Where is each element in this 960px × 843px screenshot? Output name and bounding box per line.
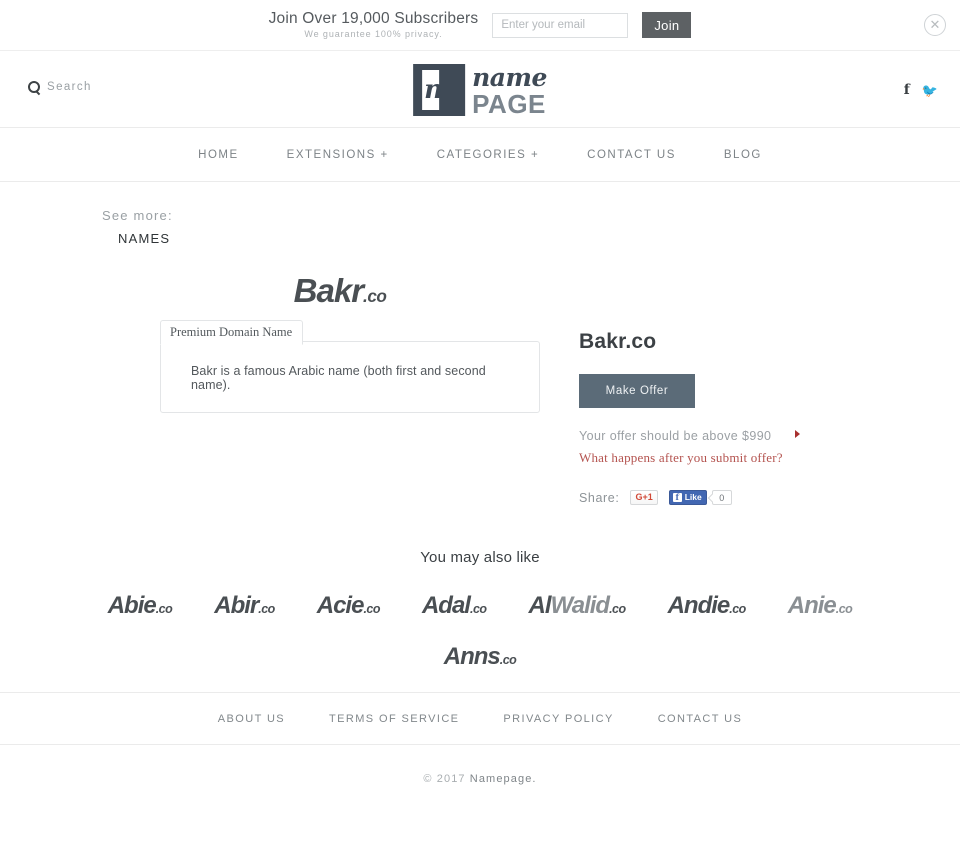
share-label: Share: — [579, 490, 620, 505]
panel-tab-label: Premium Domain Name — [160, 320, 304, 345]
hero-domain: Bakr.co — [0, 272, 960, 310]
nav-item-extensions[interactable]: EXTENSIONS + — [287, 149, 389, 161]
also-like-row-1: Abie.co Abir.co Acie.co Adal.co AlWalid.… — [0, 592, 960, 620]
product-description-column: Premium Domain Name Bakr is a famous Ara… — [160, 320, 540, 505]
related-domain-name: Acie — [316, 592, 365, 619]
see-more-label: See more: — [102, 208, 173, 223]
logo-page: PAGE — [472, 89, 546, 119]
footer-link-contact-us[interactable]: CONTACT US — [658, 713, 743, 725]
main-navigation: HOME EXTENSIONS + CATEGORIES + CONTACT U… — [0, 128, 960, 182]
product-main: Premium Domain Name Bakr is a famous Ara… — [0, 320, 960, 505]
nav-item-home[interactable]: HOME — [198, 149, 239, 161]
subscribe-title: Join Over 19,000 Subscribers — [268, 10, 479, 28]
facebook-like-button[interactable]: f Like — [668, 490, 707, 505]
see-more-category-link[interactable]: NAMES — [118, 231, 960, 246]
join-button[interactable]: Join — [642, 12, 692, 38]
related-domain-alwalid[interactable]: AlWalid.co — [528, 592, 627, 620]
related-domain-tld: .co — [258, 602, 275, 616]
hero-domain-logo: Bakr.co — [294, 272, 387, 310]
related-domain-name: Abie — [107, 592, 157, 619]
site-header: Search n name PAGE f 🐦 — [0, 51, 960, 128]
related-domain-andie[interactable]: Andie.co — [667, 592, 747, 620]
related-domain-abie[interactable]: Abie.co — [108, 592, 173, 620]
related-domain-tld: .co — [835, 602, 853, 616]
product-offer-column: Bakr.co Make Offer Your offer should be … — [579, 330, 839, 505]
make-offer-button[interactable]: Make Offer — [579, 374, 695, 408]
related-domain-name: Abir — [214, 592, 259, 619]
related-domain-tld: .co — [363, 602, 380, 616]
logo-mark-letter: n — [424, 75, 444, 105]
footer-link-privacy-policy[interactable]: PRIVACY POLICY — [503, 713, 613, 725]
share-row: Share: G+1 f Like 0 — [579, 490, 839, 505]
see-more-block: See more: NAMES — [0, 182, 960, 246]
email-input[interactable] — [492, 12, 629, 38]
page-title: Bakr.co — [579, 330, 657, 353]
footer-link-terms-of-service[interactable]: TERMS OF SERVICE — [329, 713, 459, 725]
offer-info-link[interactable]: What happens after you submit offer? — [579, 450, 839, 466]
premium-domain-panel: Premium Domain Name Bakr is a famous Ara… — [160, 320, 540, 413]
social-links: f 🐦 — [904, 83, 938, 97]
close-circle-icon[interactable]: ✕ — [924, 14, 946, 36]
also-like-row-2: Anns.co — [0, 643, 960, 671]
subscribe-inner: Join Over 19,000 Subscribers We guarante… — [269, 11, 692, 39]
also-like-title: You may also like — [420, 549, 540, 566]
related-domain-anns[interactable]: Anns.co — [444, 643, 517, 671]
related-domain-tld: .co — [469, 602, 487, 616]
related-domain-name: Andie — [667, 592, 731, 619]
related-domain-tld: .co — [729, 602, 746, 616]
related-domain-abir[interactable]: Abir.co — [214, 592, 275, 620]
related-domain-anie[interactable]: Anie.co — [788, 592, 853, 620]
offer-minimum-text: Your offer should be above $990 — [579, 429, 772, 443]
search-icon — [28, 81, 40, 93]
related-domain-tld: .co — [609, 602, 626, 616]
search-label: Search — [47, 81, 92, 93]
related-domain-name: Anns — [443, 643, 501, 670]
offer-minimum-note: Your offer should be above $990 — [579, 427, 800, 445]
panel-description-text: Bakr is a famous Arabic name (both first… — [191, 364, 486, 392]
related-domain-adal[interactable]: Adal.co — [422, 592, 487, 620]
facebook-like-label: Like — [684, 492, 702, 503]
related-domain-suffix: Walid — [550, 592, 611, 619]
site-footer: ABOUT US TERMS OF SERVICE PRIVACY POLICY… — [0, 692, 960, 785]
search-button[interactable]: Search — [28, 81, 92, 93]
twitter-icon[interactable]: 🐦 — [922, 84, 938, 97]
related-domain-acie[interactable]: Acie.co — [316, 592, 381, 620]
nav-item-blog[interactable]: BLOG — [724, 149, 762, 161]
logo-text: name PAGE — [472, 63, 547, 117]
facebook-icon[interactable]: f — [904, 83, 910, 97]
nav-item-contact-us[interactable]: CONTACT US — [587, 149, 676, 161]
related-domain-name: Adal — [421, 592, 471, 619]
site-logo[interactable]: n name PAGE — [413, 63, 547, 117]
nav-item-categories[interactable]: CATEGORIES + — [437, 149, 539, 161]
footer-links: ABOUT US TERMS OF SERVICE PRIVACY POLICY… — [0, 693, 960, 745]
subscribe-subtitle: We guarantee 100% privacy. — [304, 28, 443, 39]
subscribe-bar: Join Over 19,000 Subscribers We guarante… — [0, 0, 960, 51]
logo-name: name — [472, 63, 547, 92]
triangle-right-icon — [795, 430, 800, 438]
footer-link-about-us[interactable]: ABOUT US — [218, 713, 285, 725]
related-domain-name: Anie — [787, 592, 837, 619]
hero-domain-name: Bakr — [293, 272, 364, 309]
subscribe-text: Join Over 19,000 Subscribers We guarante… — [269, 11, 479, 39]
facebook-f-icon: f — [672, 493, 682, 502]
copyright: © 2017 Namepage. — [0, 745, 960, 785]
copyright-year: © 2017 — [423, 773, 466, 785]
related-domain-prefix: Al — [528, 592, 552, 619]
copyright-name: Namepage. — [469, 773, 537, 785]
logo-mark-icon: n — [413, 64, 466, 116]
hero-domain-tld: .co — [363, 286, 387, 306]
google-plus-one-button[interactable]: G+1 — [630, 490, 658, 505]
related-domain-tld: .co — [499, 653, 517, 667]
related-domain-tld: .co — [155, 602, 173, 616]
facebook-like-count: 0 — [711, 490, 732, 505]
facebook-like-widget: f Like 0 — [668, 490, 732, 505]
